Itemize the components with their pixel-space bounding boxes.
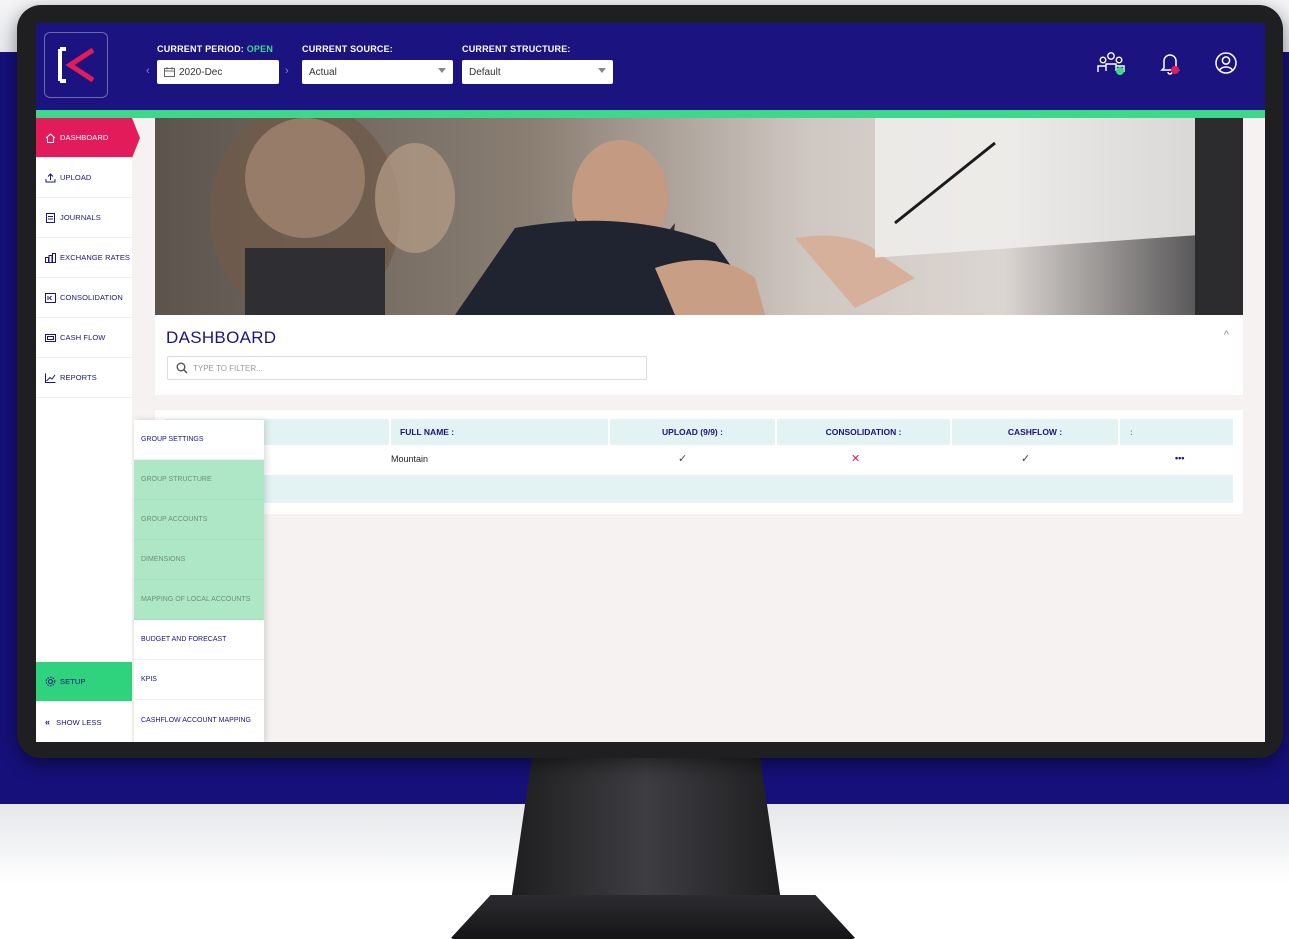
chevron-down-icon [598, 68, 606, 73]
setup-submenu: GROUP SETTINGS GROUP STRUCTURE GROUP ACC… [134, 420, 264, 742]
show-less-button[interactable]: « SHOW LESS [36, 702, 132, 742]
column-header-actions[interactable]: : [1120, 419, 1233, 445]
page-title: DASHBOARD [166, 328, 277, 347]
next-period-button[interactable]: › [285, 65, 289, 77]
structure-select[interactable]: Default [462, 60, 613, 84]
source-select[interactable]: Actual [302, 60, 453, 84]
submenu-item-mapping-local-accounts[interactable]: MAPPING OF LOCAL ACCOUNTS [134, 580, 264, 620]
sidebar-item-exchange-rates[interactable]: EXCHANGE RATES [36, 238, 132, 278]
double-chevron-left-icon: « [45, 717, 51, 727]
entity-table: FULL NAME : UPLOAD (9/9) : CONSOLIDATION… [155, 410, 1243, 514]
sidebar-item-label: SETUP [60, 677, 86, 686]
check-icon: ✓ [678, 453, 688, 465]
monitor-stand [510, 758, 782, 908]
column-header-consolidation[interactable]: CONSOLIDATION : [777, 419, 950, 445]
submenu-item-kpis[interactable]: KPIS [134, 660, 264, 700]
submenu-item-dimensions[interactable]: DIMENSIONS [134, 540, 264, 580]
period-label-text: CURRENT PERIOD: [157, 44, 245, 54]
top-bar-accent [36, 110, 1265, 118]
filter-placeholder: TYPE TO FILTER... [193, 363, 263, 373]
top-bar: CURRENT PERIOD: OPEN ‹ 2020-Dec › CURREN… [36, 23, 1265, 110]
dashboard-panel: DASHBOARD TYPE TO FILTER... ^ [155, 315, 1243, 395]
structure-value: Default [469, 66, 501, 78]
sidebar-item-label: EXCHANGE RATES [60, 253, 131, 262]
structure-label: CURRENT STRUCTURE: [462, 44, 571, 54]
table-header: FULL NAME : UPLOAD (9/9) : CONSOLIDATION… [165, 419, 1233, 445]
sidebar-item-consolidation[interactable]: CONSOLIDATION [36, 278, 132, 318]
users-group-icon[interactable] [1096, 51, 1126, 77]
source-label: CURRENT SOURCE: [302, 44, 394, 54]
sidebar-item-cash-flow[interactable]: CASH FLOW [36, 318, 132, 358]
journal-icon [46, 212, 55, 223]
bell-icon[interactable] [1158, 51, 1182, 77]
user-profile-icon[interactable] [1214, 51, 1238, 75]
column-header-full-name[interactable]: FULL NAME : [391, 419, 608, 445]
table-cell-full-name: Mountain [391, 454, 429, 464]
logo-icon [58, 47, 95, 83]
gear-icon [45, 676, 56, 687]
search-icon [176, 362, 188, 374]
sidebar-item-setup[interactable]: SETUP [36, 662, 132, 702]
exchange-icon [45, 252, 56, 263]
sidebar-item-label: JOURNALS [60, 213, 101, 222]
sidebar-item-label: CONSOLIDATION [60, 293, 123, 302]
period-status: OPEN [246, 44, 274, 54]
filter-input[interactable]: TYPE TO FILTER... [167, 356, 647, 380]
hero-image [155, 118, 1243, 315]
monitor-base [450, 895, 856, 939]
cross-icon: ✕ [851, 453, 861, 465]
sidebar-item-label: CASH FLOW [60, 333, 106, 342]
sidebar: DASHBOARD UPLOAD JOURNALS EXCHANGE RATES… [36, 118, 140, 742]
column-header-cashflow[interactable]: CASHFLOW : [952, 419, 1118, 445]
active-indicator [132, 118, 140, 158]
sidebar-item-journals[interactable]: JOURNALS [36, 198, 132, 238]
table-row[interactable] [165, 475, 1233, 503]
sidebar-item-label: REPORTS [60, 373, 97, 382]
app-screen: CURRENT PERIOD: OPEN ‹ 2020-Dec › CURREN… [36, 23, 1265, 742]
submenu-item-group-structure[interactable]: GROUP STRUCTURE [134, 460, 264, 500]
app-logo[interactable] [44, 32, 108, 98]
chart-line-icon [45, 373, 56, 383]
submenu-item-group-accounts[interactable]: GROUP ACCOUNTS [134, 500, 264, 540]
sidebar-item-label: UPLOAD [60, 173, 92, 182]
column-header-upload[interactable]: UPLOAD (9/9) : [610, 419, 775, 445]
submenu-item-budget-forecast[interactable]: BUDGET AND FORECAST [134, 620, 264, 660]
period-picker[interactable]: 2020-Dec [157, 60, 279, 84]
period-value: 2020-Dec [179, 66, 223, 78]
sidebar-item-reports[interactable]: REPORTS [36, 358, 132, 398]
hero-photo [155, 118, 1243, 315]
home-icon [45, 132, 56, 143]
submenu-item-group-settings[interactable]: GROUP SETTINGS [134, 420, 264, 460]
consolidation-icon [45, 292, 56, 303]
sidebar-item-label: SHOW LESS [56, 717, 102, 727]
sidebar-item-upload[interactable]: UPLOAD [36, 158, 132, 198]
chevron-up-icon[interactable]: ^ [1224, 329, 1229, 341]
more-options-icon[interactable]: ••• [1175, 453, 1184, 463]
chevron-down-icon [438, 68, 446, 73]
source-value: Actual [309, 66, 337, 78]
calendar-icon [164, 67, 175, 77]
check-icon: ✓ [1021, 453, 1031, 465]
sidebar-item-label: DASHBOARD [60, 133, 109, 142]
upload-icon [45, 172, 56, 182]
prev-period-button[interactable]: ‹ [146, 65, 150, 77]
sidebar-item-dashboard[interactable]: DASHBOARD [36, 118, 140, 158]
period-label: CURRENT PERIOD: OPEN [157, 44, 273, 54]
submenu-item-cashflow-account-mapping[interactable]: CASHFLOW ACCOUNT MAPPING [134, 700, 264, 740]
cash-icon [45, 333, 56, 342]
